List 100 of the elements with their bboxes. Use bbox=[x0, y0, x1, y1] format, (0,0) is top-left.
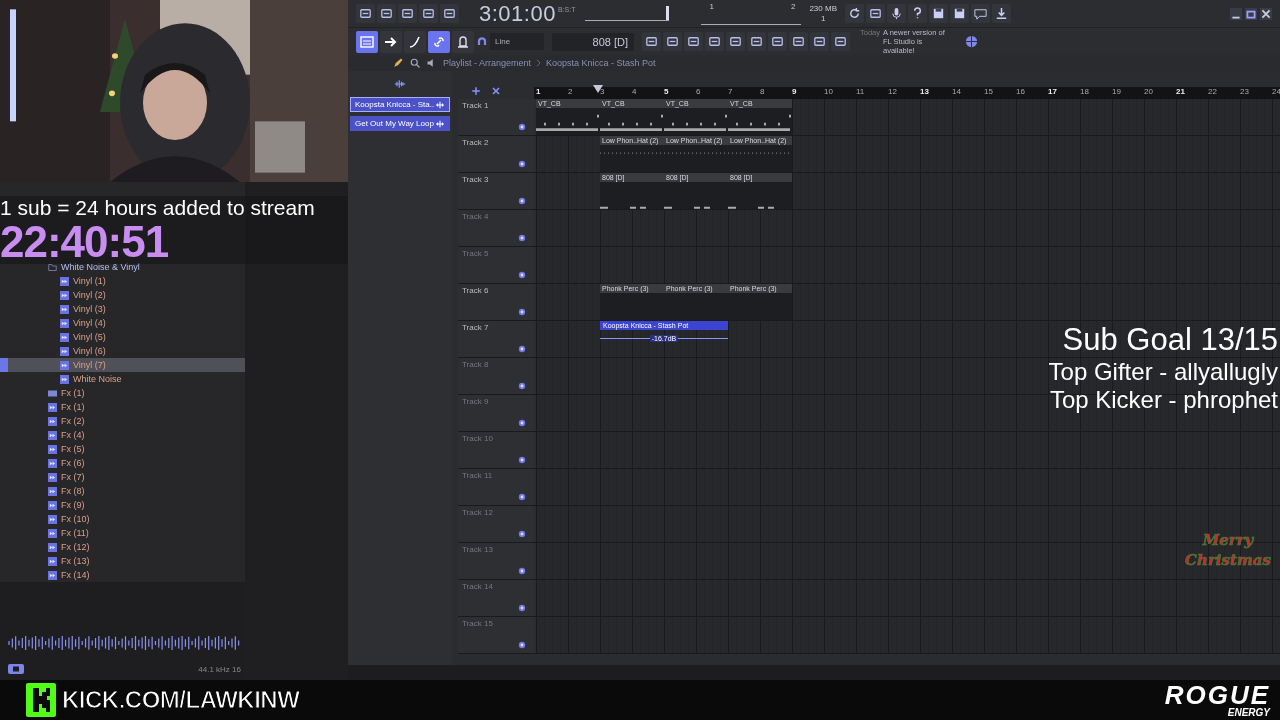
master-slider[interactable] bbox=[585, 6, 670, 21]
audio-file-icon bbox=[60, 318, 69, 328]
audio-file-icon bbox=[48, 402, 57, 412]
track-name: Track 12 bbox=[462, 508, 493, 517]
mute-toggle[interactable] bbox=[518, 493, 526, 501]
add-icon[interactable] bbox=[470, 85, 482, 97]
sample-info: 44.1 kHz 16 bbox=[198, 664, 241, 674]
track-name: Track 3 bbox=[462, 175, 489, 184]
browser-item[interactable]: Fx (4) bbox=[0, 428, 245, 442]
bar-number: 3 bbox=[600, 87, 605, 96]
download-icon[interactable] bbox=[992, 4, 1011, 23]
clip-source-item[interactable]: Get Out My Way Loop bbox=[350, 116, 450, 131]
bar-number: 24 bbox=[1272, 87, 1280, 96]
track-name: Track 1 bbox=[462, 101, 489, 110]
mute-toggle[interactable] bbox=[518, 308, 526, 316]
audio-clip-icon[interactable] bbox=[394, 78, 406, 90]
audio-file-icon bbox=[60, 346, 69, 356]
browser-item[interactable]: Vinyl (4) bbox=[0, 316, 245, 330]
memory-usage: 230 MB bbox=[809, 3, 837, 14]
browser-item[interactable]: Fx (1) bbox=[0, 386, 245, 400]
bar-number: 1 bbox=[536, 87, 541, 96]
browser-item[interactable]: Fx (9) bbox=[0, 498, 245, 512]
mute-toggle[interactable] bbox=[518, 419, 526, 427]
channel-url: KICK.COM/LAWKINW bbox=[62, 686, 300, 714]
notes-drawing bbox=[536, 114, 600, 131]
mute-toggle[interactable] bbox=[518, 197, 526, 205]
chat-icon[interactable] bbox=[971, 4, 990, 23]
browser-item[interactable]: Vinyl (2) bbox=[0, 288, 245, 302]
mute-toggle[interactable] bbox=[518, 345, 526, 353]
close-icon[interactable] bbox=[490, 85, 502, 97]
arrow-button[interactable] bbox=[380, 30, 402, 53]
browser-item[interactable]: Fx (6) bbox=[0, 456, 245, 470]
browser-item[interactable]: Vinyl (7) bbox=[0, 358, 245, 372]
sponsor-name: ROGUE bbox=[1164, 682, 1270, 708]
track-name: Track 13 bbox=[462, 545, 493, 554]
bar-number: 9 bbox=[792, 87, 797, 96]
audio-file-icon bbox=[48, 458, 57, 468]
breadcrumb-item[interactable]: Playlist - Arrangement bbox=[443, 58, 532, 68]
mute-toggle[interactable] bbox=[518, 160, 526, 168]
save-icon[interactable] bbox=[929, 4, 948, 23]
clip-source-item[interactable]: Koopsta Knicca - Sta.. bbox=[350, 97, 450, 112]
notes-drawing bbox=[728, 114, 792, 131]
mute-toggle[interactable] bbox=[518, 123, 526, 131]
pattern-selector[interactable]: 808 [D] bbox=[552, 32, 634, 51]
mute-toggle[interactable] bbox=[518, 234, 526, 242]
mute-toggle[interactable] bbox=[518, 567, 526, 575]
pencil-icon[interactable] bbox=[392, 57, 404, 69]
track-name: Track 8 bbox=[462, 360, 489, 369]
song-time: 3:01:00 bbox=[479, 0, 556, 27]
slider-thumb[interactable] bbox=[666, 6, 670, 20]
cpu-meter: 1 2 bbox=[701, 2, 802, 25]
voice-count: 1 bbox=[821, 13, 826, 24]
mute-toggle[interactable] bbox=[518, 456, 526, 464]
mute-toggle[interactable] bbox=[518, 382, 526, 390]
zoom-icon[interactable] bbox=[409, 57, 421, 69]
snap-dropdown[interactable]: Line bbox=[490, 33, 544, 50]
browser-item[interactable]: Fx (8) bbox=[0, 484, 245, 498]
pattern-mode-button[interactable] bbox=[356, 30, 378, 53]
playhead-marker[interactable] bbox=[593, 85, 603, 93]
drag-handle-icon[interactable] bbox=[435, 119, 445, 128]
save-icon[interactable] bbox=[950, 4, 969, 23]
browser-item[interactable]: Fx (11) bbox=[0, 526, 245, 540]
mute-toggle[interactable] bbox=[518, 530, 526, 538]
sub-rule-text: 1 sub = 24 hours added to stream bbox=[0, 196, 316, 220]
track-name: Track 15 bbox=[462, 619, 493, 628]
browser-item[interactable]: Fx (14) bbox=[0, 568, 245, 582]
mute-toggle[interactable] bbox=[518, 271, 526, 279]
minimize-button[interactable] bbox=[1230, 7, 1242, 20]
browser-item[interactable]: Fx (2) bbox=[0, 414, 245, 428]
browser-item[interactable]: White Noise bbox=[0, 372, 245, 386]
browser-item[interactable]: Fx (5) bbox=[0, 442, 245, 456]
track-name: Track 9 bbox=[462, 397, 489, 406]
audio-file-icon bbox=[48, 430, 57, 440]
breadcrumb-item[interactable]: Koopsta Knicca - Stash Pot bbox=[546, 58, 656, 68]
globe-icon[interactable] bbox=[964, 34, 979, 49]
browser-item[interactable]: Vinyl (3) bbox=[0, 302, 245, 316]
browser-item[interactable]: Fx (12) bbox=[0, 540, 245, 554]
help-icon[interactable] bbox=[908, 4, 927, 23]
refresh-icon[interactable] bbox=[845, 4, 864, 23]
bell-button[interactable] bbox=[452, 30, 474, 53]
browser-item[interactable]: Fx (10) bbox=[0, 512, 245, 526]
mute-toggle[interactable] bbox=[518, 641, 526, 649]
link-button[interactable] bbox=[428, 30, 450, 53]
browser-item[interactable]: Fx (1) bbox=[0, 400, 245, 414]
restore-button[interactable] bbox=[1245, 7, 1257, 20]
browser-item[interactable]: Vinyl (1) bbox=[0, 274, 245, 288]
browser-item[interactable]: Fx (7) bbox=[0, 470, 245, 484]
mute-toggle[interactable] bbox=[518, 604, 526, 612]
curve-button[interactable] bbox=[404, 30, 426, 53]
magnet-icon[interactable] bbox=[476, 35, 488, 48]
audio-file-icon bbox=[48, 472, 57, 482]
browser-item[interactable]: Vinyl (5) bbox=[0, 330, 245, 344]
browser-item[interactable]: Fx (13) bbox=[0, 554, 245, 568]
browser-item[interactable]: Vinyl (6) bbox=[0, 344, 245, 358]
microphone-icon[interactable] bbox=[887, 4, 906, 23]
timeline-ruler[interactable]: 1 2 3 4 5 6 7 8 9 10 11 12 13 14 15 16 17 18 19 20 21 22 23 24 bbox=[534, 87, 1280, 99]
audio-file-icon bbox=[48, 500, 57, 510]
drag-handle-icon[interactable] bbox=[435, 100, 445, 109]
stop-button[interactable] bbox=[8, 664, 24, 674]
close-button[interactable] bbox=[1260, 7, 1272, 20]
